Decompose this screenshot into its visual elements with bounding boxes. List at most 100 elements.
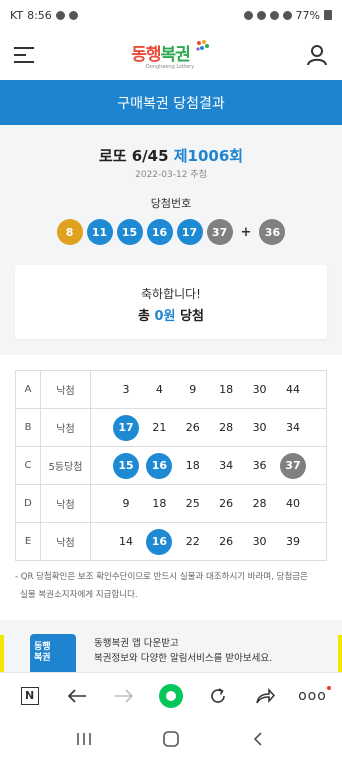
row-result: 낙첨 (40, 370, 91, 409)
more-icon: ooo (298, 685, 331, 704)
menu-button[interactable] (14, 47, 34, 63)
row-result: 낙첨 (40, 408, 91, 447)
draw-info: 로또 6/45 제1006회 2022-03-12 추첨 당첨번호 8 11 1… (0, 125, 342, 355)
row-label: D (15, 484, 41, 523)
user-icon (306, 45, 327, 66)
cloud-icon (68, 10, 78, 20)
winning-ball: 15 (116, 219, 143, 245)
chevron-left-icon (254, 732, 262, 746)
table-row: A 낙첨 3 4 9 18 30 44 (15, 370, 327, 409)
alarm-icon (243, 10, 253, 20)
row-label: E (15, 522, 41, 561)
mute-icon (256, 10, 266, 20)
ticket-number-matched: 15 (113, 452, 139, 479)
naver-home-button[interactable]: N (16, 682, 44, 710)
row-label: C (15, 446, 41, 485)
table-row: C 5등당첨 15 16 18 34 36 37 (15, 446, 327, 485)
forward-button[interactable] (110, 682, 138, 710)
system-back-button[interactable] (244, 725, 272, 753)
plus-sign: + (240, 224, 252, 240)
logo-mark-icon (196, 40, 209, 51)
ticket-number: 26 (219, 497, 234, 510)
arrow-right-icon (114, 688, 133, 703)
ticket-number: 30 (252, 383, 267, 396)
draw-title: 로또 6/45 제1006회 (0, 145, 342, 166)
result-summary: 축하합니다! 총 0원 당첨 (15, 265, 327, 339)
ticket-number-matched: 17 (113, 414, 139, 441)
recent-apps-button[interactable] (70, 725, 98, 753)
winning-numbers-label: 당첨번호 (150, 197, 192, 210)
logo-text-2: 복권 (160, 45, 191, 65)
row-label: B (15, 408, 41, 447)
banner-line: 동행복권 앱 다운받고 (94, 638, 179, 649)
prize-amount: 0원 (154, 309, 176, 324)
logo-text-1: 동행 (131, 45, 161, 65)
banner-line: 복권정보와 다양한 알림서비스를 받아보세요. (94, 653, 273, 664)
ticket-number: 18 (152, 497, 167, 510)
user-button[interactable] (306, 44, 328, 66)
side-tab-left (0, 635, 4, 675)
ticket-number: 14 (119, 535, 133, 548)
total-suffix: 당첨 (180, 309, 204, 324)
ticket-number: 21 (152, 421, 167, 434)
back-button[interactable] (63, 682, 91, 710)
ticket-number: 30 (252, 535, 267, 548)
ticket-number: 22 (185, 535, 200, 548)
naver-n-icon: N (20, 686, 39, 705)
share-button[interactable] (251, 682, 279, 710)
ticket-number: 25 (185, 497, 200, 510)
row-result: 낙첨 (40, 522, 91, 561)
total-prefix: 총 (138, 309, 150, 324)
ticket-number: 40 (285, 497, 300, 510)
draw-date: 2022-03-12 추첨 (135, 170, 207, 180)
browser-toolbar: N ooo (0, 672, 342, 718)
green-dot-button[interactable] (157, 682, 185, 710)
row-result: 낙첨 (40, 484, 91, 523)
logo[interactable]: 동행복권 Donghaeng Lottery (131, 40, 209, 70)
ticket-number: 44 (285, 383, 300, 396)
note-line: - QR 당첨확인은 보조 확인수단이므로 반드시 실물과 대조하시기 바라며,… (15, 572, 308, 582)
home-button[interactable] (157, 725, 185, 753)
battery-percent: 77% (295, 8, 320, 22)
ticket-number: 28 (219, 421, 234, 434)
table-row: D 낙첨 9 18 25 26 28 40 (15, 484, 327, 523)
recent-apps-icon (76, 733, 91, 745)
green-dot-icon (158, 683, 183, 708)
game-name: 로또 6/45 (98, 147, 169, 165)
logo-subtitle: Donghaeng Lottery (145, 64, 195, 70)
disclaimer-note: - QR 당첨확인은 보조 확인수단이므로 반드시 실물과 대조하시기 바라며,… (15, 568, 335, 604)
app-icon-text: 복권 (34, 653, 51, 663)
ticket-number: 18 (219, 383, 234, 396)
ticket-number: 39 (285, 535, 300, 548)
winning-ball: 37 (206, 219, 233, 245)
signal-icon (282, 10, 292, 20)
side-tab-right (338, 635, 342, 675)
ticket-number: 18 (185, 459, 200, 472)
ticket-number-matched: 37 (279, 452, 306, 479)
refresh-button[interactable] (204, 682, 232, 710)
ticket-results-table: A 낙첨 3 4 9 18 30 44 B 낙첨 17 21 26 28 30 … (15, 370, 327, 561)
wifi-icon (269, 10, 279, 20)
ticket-number: 26 (219, 535, 234, 548)
winning-ball: 11 (86, 219, 113, 245)
table-row: E 낙첨 14 16 22 26 30 39 (15, 522, 327, 561)
ticket-number: 34 (219, 459, 234, 472)
carrier-label: KT (10, 8, 24, 22)
more-button[interactable]: ooo (298, 682, 331, 710)
refresh-icon (211, 687, 225, 703)
app-download-banner[interactable]: 동행 복권 동행복권 앱 다운받고 복권정보와 다양한 알림서비스를 받아보세요… (0, 620, 342, 680)
draw-round: 제1006회 (173, 147, 244, 165)
battery-icon (324, 10, 332, 20)
ticket-number-matched: 16 (146, 528, 173, 555)
note-line: 실물 복권소지자에게 지급합니다. (20, 590, 138, 600)
winning-ball: 8 (56, 219, 83, 245)
ticket-number: 36 (252, 459, 267, 472)
ticket-number: 4 (155, 383, 163, 396)
ticket-number: 3 (122, 383, 130, 396)
ticket-number: 28 (252, 497, 267, 510)
page-title: 구매복권 당첨결과 (0, 80, 342, 125)
banner-text: 동행복권 앱 다운받고 복권정보와 다양한 알림서비스를 받아보세요. (94, 636, 272, 666)
ticket-number: 30 (252, 421, 267, 434)
total-prize: 총 0원 당첨 (15, 305, 327, 324)
arrow-left-icon (67, 688, 86, 703)
